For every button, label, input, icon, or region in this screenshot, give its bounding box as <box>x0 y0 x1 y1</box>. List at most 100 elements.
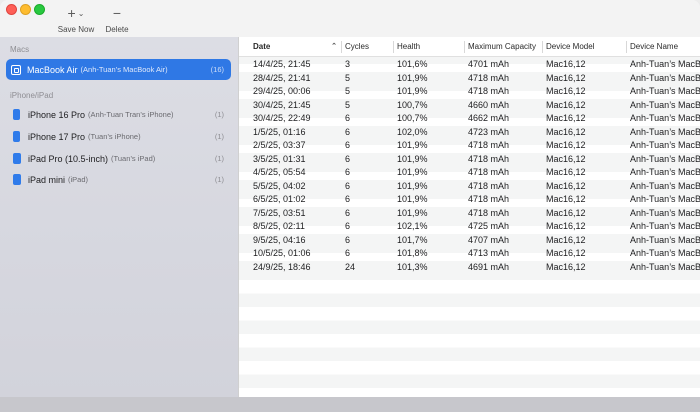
column-header-cycles[interactable]: Cycles <box>341 37 393 57</box>
device-name: iPad Pro (10.5-inch) <box>28 153 109 164</box>
model-cell: Mac16,12 <box>546 180 586 191</box>
capacity-cell: 4707 mAh <box>468 234 510 245</box>
cycles-cell: 3 <box>345 59 351 69</box>
date-cell: 30/4/25, 22:49 <box>253 113 311 123</box>
zoom-window-button[interactable] <box>34 4 45 15</box>
capacity-cell: 4718 mAh <box>468 180 510 191</box>
date-cell: 2/5/25, 03:37 <box>253 140 306 150</box>
table-row[interactable]: 1/5/25, 01:16 6 102,0% 4723 mAh Mac16,12 Anh-… <box>239 125 700 139</box>
column-header-date[interactable]: Date ⌃ <box>249 37 341 57</box>
model-cell: Mac16,12 <box>546 113 586 123</box>
app-window: + ⌄ Save Now − Delete Macs MacBook Air (A… <box>0 0 700 412</box>
date-cell: 9/5/25, 04:16 <box>253 234 306 245</box>
health-cell: 101,9% <box>397 72 428 83</box>
sidebar-item-ipad-mini[interactable]: iPad mini (iPad) (1) <box>6 169 231 190</box>
health-cell: 101,3% <box>397 261 428 272</box>
sidebar-item-iphone-17-pro[interactable]: iPhone 17 Pro (Tuan’s iPhone) (1) <box>6 126 231 147</box>
device-name: iPhone 17 Pro <box>28 131 86 142</box>
table-row[interactable]: 30/4/25, 21:45 5 100,7% 4660 mAh Mac16,12 Anh… <box>239 98 700 112</box>
date-cell: 14/4/25, 21:45 <box>253 59 311 69</box>
close-window-button[interactable] <box>6 4 17 15</box>
health-cell: 101,9% <box>397 180 428 191</box>
minus-icon: − <box>112 5 122 21</box>
model-cell: Mac16,12 <box>546 86 586 96</box>
cycles-cell: 5 <box>345 99 351 110</box>
model-cell: Mac16,12 <box>546 59 586 69</box>
table-row[interactable]: 3/5/25, 01:31 6 101,9% 4718 mAh Mac16,12 Anh-… <box>239 152 700 166</box>
tablet-icon <box>13 153 21 164</box>
capacity-cell: 4718 mAh <box>468 167 510 177</box>
capacity-cell: 4725 mAh <box>468 221 510 231</box>
cycles-cell: 6 <box>345 153 351 164</box>
health-cell: 101,9% <box>397 86 428 96</box>
column-header-device-model[interactable]: Device Model <box>542 37 626 57</box>
device-name-cell: Anh-Tuan’s MacBook Air <box>630 180 700 191</box>
sidebar-section-iphone-ipad: iPhone/iPad <box>10 91 54 100</box>
delete-button[interactable]: − Delete <box>102 6 132 34</box>
save-now-label: Save Now <box>57 25 95 34</box>
cycles-cell: 6 <box>345 113 351 123</box>
device-name-cell: Anh-Tuan’s MacBook Air <box>630 153 700 164</box>
health-cell: 101,9% <box>397 153 428 164</box>
sort-ascending-icon: ⌃ <box>331 43 337 50</box>
table-row[interactable]: 8/5/25, 02:11 6 102,1% 4725 mAh Mac16,12 Anh-… <box>239 220 700 234</box>
cycles-cell: 5 <box>345 72 351 83</box>
capacity-cell: 4718 mAh <box>468 86 510 96</box>
sidebar-item-macbook-air[interactable]: MacBook Air (Anh-Tuan’s MacBook Air) (16… <box>6 59 231 80</box>
date-cell: 8/5/25, 02:11 <box>253 221 305 231</box>
device-owner: (Tuan’s iPad) <box>111 154 156 163</box>
chevron-down-icon: ⌄ <box>77 9 85 18</box>
sidebar-item-iphone-16-pro[interactable]: iPhone 16 Pro (Anh-Tuan Tran’s iPhone) (… <box>6 104 231 125</box>
sidebar-item-ipad-pro[interactable]: iPad Pro (10.5-inch) (Tuan’s iPad) (1) <box>6 148 231 169</box>
device-name-cell: Anh-Tuan’s MacBook Air <box>630 59 700 69</box>
health-cell: 101,7% <box>397 234 428 245</box>
table-row[interactable]: 14/4/25, 21:45 3 101,6% 4701 mAh Mac16,12 Anh… <box>239 58 700 72</box>
minimize-window-button[interactable] <box>20 4 31 15</box>
cycles-cell: 24 <box>345 261 356 272</box>
health-cell: 101,9% <box>397 140 428 150</box>
table-row[interactable]: 28/4/25, 21:41 5 101,9% 4718 mAh Mac16,12 Anh… <box>239 71 700 85</box>
model-cell: Mac16,12 <box>546 167 586 177</box>
device-name-cell: Anh-Tuan’s MacBook Air <box>630 113 700 123</box>
cycles-cell: 6 <box>345 207 351 218</box>
capacity-cell: 4718 mAh <box>468 72 510 83</box>
model-cell: Mac16,12 <box>546 234 586 245</box>
date-cell: 3/5/25, 01:31 <box>253 153 306 164</box>
date-cell: 4/5/25, 05:54 <box>253 167 306 177</box>
date-cell: 7/5/25, 03:51 <box>253 207 306 218</box>
health-cell: 100,7% <box>397 113 428 123</box>
model-cell: Mac16,12 <box>546 248 586 258</box>
device-owner: (Tuan’s iPhone) <box>88 132 141 141</box>
sidebar: Macs MacBook Air (Anh-Tuan’s MacBook Air… <box>0 37 238 397</box>
device-name-cell: Anh-Tuan’s MacBook Air <box>630 86 700 96</box>
column-header-device-name[interactable]: Device Name <box>626 37 700 57</box>
date-cell: 5/5/25, 04:02 <box>253 180 306 191</box>
table-row[interactable]: 4/5/25, 05:54 6 101,9% 4718 mAh Mac16,12 Anh-… <box>239 166 700 180</box>
table-row[interactable]: 10/5/25, 01:06 6 101,8% 4713 mAh Mac16,12 Anh… <box>239 247 700 261</box>
table-row[interactable]: 30/4/25, 22:49 6 100,7% 4662 mAh Mac16,12 Anh… <box>239 112 700 126</box>
device-name: iPad mini <box>28 174 66 185</box>
table-body: 14/4/25, 21:45 3 101,6% 4701 mAh Mac16,12 Anh… <box>239 58 700 274</box>
date-cell: 6/5/25, 01:02 <box>253 194 306 204</box>
record-count: (1) <box>214 154 224 163</box>
date-cell: 29/4/25, 00:06 <box>253 86 311 96</box>
table-row[interactable]: 6/5/25, 01:02 6 101,9% 4718 mAh Mac16,12 Anh-… <box>239 193 700 207</box>
device-name-cell: Anh-Tuan’s MacBook Air <box>630 99 700 110</box>
table-row[interactable]: 7/5/25, 03:51 6 101,9% 4718 mAh Mac16,12 Anh-… <box>239 206 700 220</box>
capacity-cell: 4660 mAh <box>468 99 510 110</box>
table-row[interactable]: 29/4/25, 00:06 5 101,9% 4718 mAh Mac16,12 Anh… <box>239 85 700 99</box>
device-name-cell: Anh-Tuan’s MacBook Air <box>630 207 700 218</box>
column-header-health[interactable]: Health <box>393 37 465 57</box>
table-row[interactable]: 24/9/25, 18:46 24 101,3% 4691 mAh Mac16,12 An… <box>239 260 700 274</box>
health-cell: 101,9% <box>397 207 428 218</box>
table-row[interactable]: 9/5/25, 04:16 6 101,7% 4707 mAh Mac16,12 Anh-… <box>239 233 700 247</box>
record-count: (1) <box>214 110 224 119</box>
table-row[interactable]: 2/5/25, 03:37 6 101,9% 4718 mAh Mac16,12 Anh-… <box>239 139 700 153</box>
device-name-cell: Anh-Tuan’s MacBook Air <box>630 140 700 150</box>
model-cell: Mac16,12 <box>546 99 586 110</box>
save-now-button[interactable]: + ⌄ Save Now <box>55 6 97 34</box>
table-row[interactable]: 5/5/25, 04:02 6 101,9% 4718 mAh Mac16,12 Anh-… <box>239 179 700 193</box>
column-header-maximum-capacity[interactable]: Maximum Capacity <box>464 37 542 57</box>
device-name-cell: Anh-Tuan’s MacBook Air <box>630 221 700 231</box>
device-name-cell: Anh-Tuan’s MacBook Air <box>630 72 700 83</box>
